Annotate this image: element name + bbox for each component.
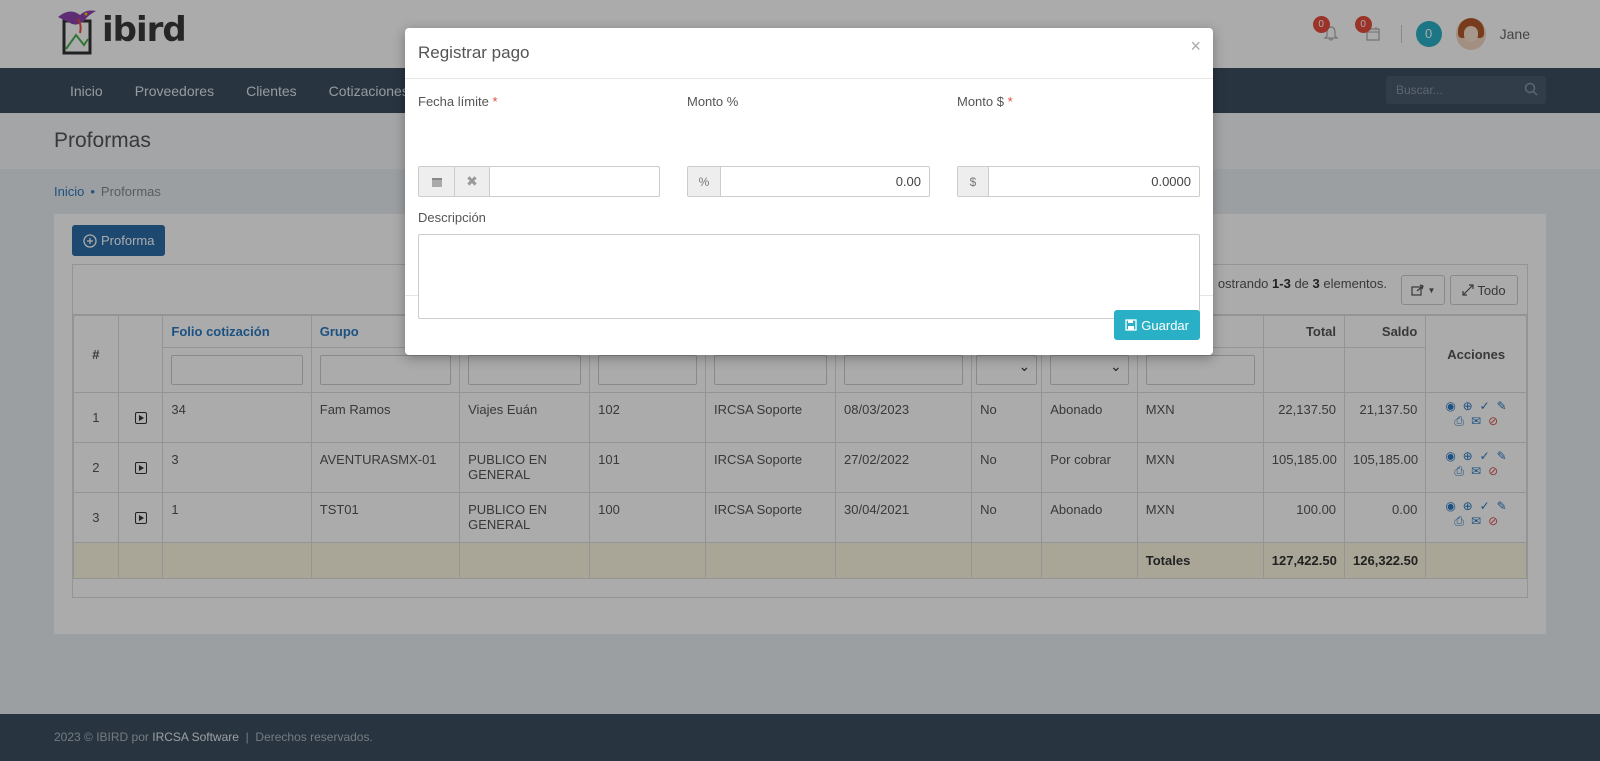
fecha-limite-field: ✖: [418, 166, 660, 197]
monto-pct-input[interactable]: 0.00: [721, 167, 929, 196]
monto-pct-label: Monto %: [687, 94, 739, 109]
monto-usd-label: Monto $ *: [957, 94, 1013, 109]
fecha-limite-label: Fecha límite *: [418, 94, 498, 109]
clear-icon: ✖: [466, 173, 478, 189]
save-label: Guardar: [1141, 317, 1189, 333]
modal-body: Fecha límite * ✖ Monto % % 0.00 Monto $ …: [405, 79, 1213, 319]
calendar-icon: [431, 177, 442, 187]
percent-addon: %: [688, 167, 721, 196]
descripcion-label: Descripción: [418, 210, 486, 225]
monto-pct-field: % 0.00: [687, 166, 930, 197]
fecha-limite-input[interactable]: [490, 167, 659, 196]
floppy-disk-icon: [1125, 319, 1137, 331]
save-button[interactable]: Guardar: [1114, 310, 1200, 340]
monto-usd-input[interactable]: 0.0000: [989, 167, 1199, 196]
monto-usd-field: $ 0.0000: [957, 166, 1200, 197]
modal-header: Registrar pago ×: [405, 28, 1213, 79]
calendar-button[interactable]: [419, 167, 455, 196]
dollar-addon: $: [958, 167, 989, 196]
modal-title: Registrar pago: [418, 43, 530, 62]
clear-date-button[interactable]: ✖: [455, 167, 490, 196]
close-icon[interactable]: ×: [1190, 36, 1201, 57]
modal-footer: Guardar: [405, 296, 1213, 354]
registrar-pago-modal: Registrar pago × Fecha límite * ✖ Monto …: [405, 28, 1213, 355]
